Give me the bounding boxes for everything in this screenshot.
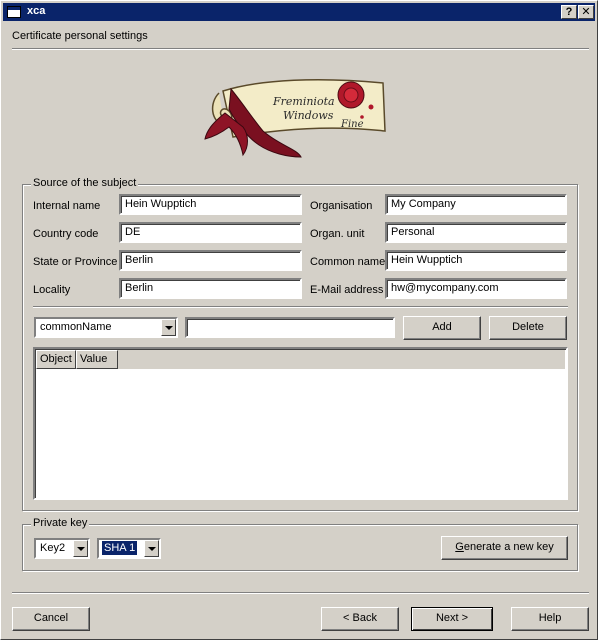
chevron-down-icon[interactable]	[73, 540, 88, 557]
email-label: E-Mail address	[310, 284, 384, 296]
state-label: State or Province	[33, 256, 118, 268]
subject-group-legend: Source of the subject	[31, 177, 139, 189]
common-name-field[interactable]: Hein Wupptich	[385, 250, 567, 271]
next-button[interactable]: Next >	[411, 607, 493, 631]
key-select[interactable]: Key2	[34, 538, 90, 559]
common-name-label: Common name	[310, 256, 386, 268]
attribute-select-value: commonName	[40, 321, 112, 333]
app-icon	[7, 6, 21, 18]
heading-divider	[12, 48, 589, 50]
internal-name-label: Internal name	[33, 200, 101, 212]
hash-select-value: SHA 1	[100, 540, 139, 556]
attribute-select[interactable]: commonName	[34, 317, 178, 338]
page-heading: Certificate personal settings	[12, 30, 148, 42]
add-button[interactable]: Add	[403, 316, 481, 340]
chevron-down-icon[interactable]	[144, 540, 159, 557]
column-header-value[interactable]: Value	[76, 350, 118, 369]
email-field[interactable]: hw@mycompany.com	[385, 278, 567, 299]
close-icon[interactable]: ✕	[578, 5, 594, 19]
hash-select[interactable]: SHA 1	[97, 538, 161, 559]
logo-text-line1: Freminiota	[272, 95, 335, 108]
window-title: xca	[27, 5, 46, 17]
key-select-value: Key2	[40, 542, 66, 554]
column-header-object[interactable]: Object	[36, 350, 76, 369]
state-field[interactable]: Berlin	[119, 250, 302, 271]
organisation-field[interactable]: My Company	[385, 194, 567, 215]
delete-button[interactable]: Delete	[489, 316, 567, 340]
country-code-label: Country code	[33, 228, 99, 240]
generate-key-button[interactable]: Generate a new key	[441, 536, 568, 560]
locality-label: Locality	[33, 284, 71, 296]
back-button[interactable]: < Back	[321, 607, 399, 631]
help-icon[interactable]: ?	[561, 5, 577, 19]
country-code-field[interactable]: DE	[119, 222, 302, 243]
xca-logo: Freminiota Windows Fine	[204, 78, 386, 158]
attribute-value-input[interactable]	[185, 317, 395, 338]
table-header: Object Value	[36, 350, 565, 369]
organisation-label: Organisation	[310, 200, 373, 212]
organ-unit-label: Organ. unit	[310, 228, 365, 240]
logo-text-line3: Fine	[340, 119, 364, 130]
subject-attribute-table[interactable]: Object Value	[33, 347, 568, 500]
footer-divider	[12, 592, 589, 594]
dialog-window: xca ? ✕ Certificate personal settings Fr…	[0, 0, 598, 640]
internal-name-field[interactable]: Hein Wupptich	[119, 194, 302, 215]
logo-text-line2: Windows	[283, 109, 334, 122]
help-button[interactable]: Help	[511, 607, 589, 631]
private-key-group-legend: Private key	[31, 517, 90, 529]
chevron-down-icon[interactable]	[161, 319, 176, 336]
subject-divider	[33, 306, 568, 308]
organ-unit-field[interactable]: Personal	[385, 222, 567, 243]
cancel-button[interactable]: Cancel	[12, 607, 90, 631]
locality-field[interactable]: Berlin	[119, 278, 302, 299]
title-bar[interactable]: xca ? ✕	[3, 3, 595, 21]
